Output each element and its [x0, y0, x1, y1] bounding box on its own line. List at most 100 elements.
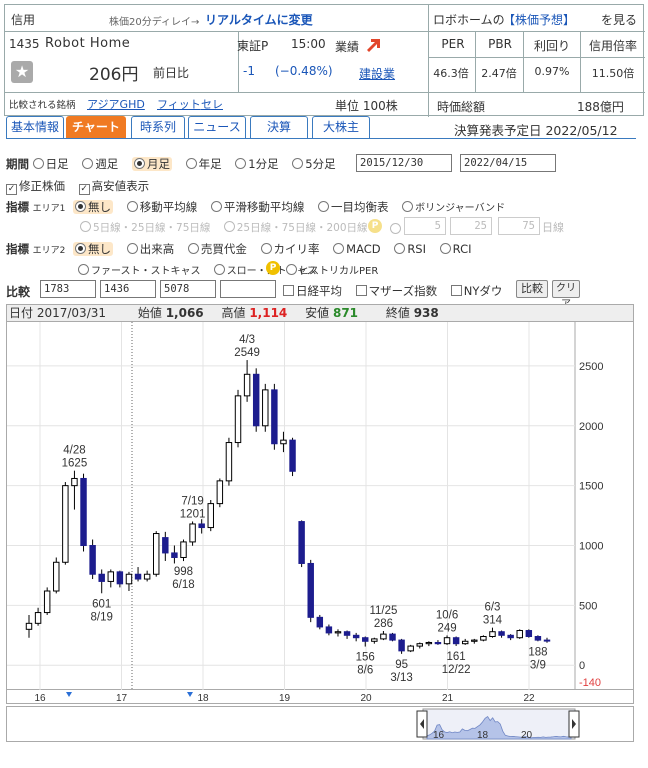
annotation-value: 3/9	[530, 659, 546, 671]
indicator2-label: 指標	[6, 242, 29, 256]
earnings-up-arrow-icon	[367, 39, 380, 52]
navigator-tick-label: 18	[477, 730, 489, 741]
robo-forecast-link[interactable]: 【株価予想】	[503, 11, 575, 28]
period-weekly[interactable]: 週足	[82, 157, 118, 171]
candle	[71, 477, 78, 487]
period-monthly[interactable]: 月足	[131, 157, 172, 171]
change-label: 前日比	[153, 66, 190, 80]
event-marker-icon	[187, 692, 193, 697]
indicator1-label: 指標	[6, 200, 29, 214]
range-navigator[interactable]: 16 18 20	[6, 706, 634, 742]
candle	[298, 521, 305, 564]
annotation-value: 249	[437, 622, 456, 634]
adjusted-price-checkbox[interactable]: ✓ 修正株価	[6, 179, 65, 195]
compare-mothers-checkbox[interactable]: マザーズ指数	[355, 284, 437, 298]
exchange: 東証P	[237, 39, 269, 53]
compare-code-4[interactable]	[220, 280, 276, 298]
annotation-date: 188	[528, 646, 547, 658]
y-tick-label: 2000	[579, 421, 603, 433]
x-axis: 16 17 18 19 20 21 22	[6, 690, 634, 704]
compare-nydow-checkbox[interactable]: NYダウ	[450, 284, 502, 298]
candle	[153, 533, 160, 575]
candle	[362, 637, 369, 642]
ind1-ichimoku[interactable]: 一目均衡表	[318, 200, 389, 214]
candle	[43, 590, 51, 614]
tab-major-holders[interactable]: 大株主	[312, 116, 370, 138]
compare-code-3[interactable]: 5078	[160, 280, 216, 298]
date-value: 2017/03/31	[36, 306, 107, 320]
ind2-fast-stoch[interactable]: ファースト・ストキャス	[78, 264, 201, 277]
favorite-star-icon[interactable]: ★	[11, 61, 33, 83]
earnings-date: 決算発表予定日 2022/05/12	[454, 123, 618, 138]
ma-custom-radio[interactable]	[390, 223, 401, 234]
period-5min[interactable]: 5分足	[292, 157, 336, 171]
compare-code-2[interactable]: 1436	[100, 280, 156, 298]
premium-p-icon-2: P	[266, 261, 280, 275]
ind2-volume[interactable]: 出来高	[126, 242, 174, 256]
compare-label: 比較される銘柄	[9, 100, 76, 111]
period-1min[interactable]: 1分足	[235, 157, 279, 171]
compare-link-3[interactable]: セレ	[201, 96, 223, 112]
compare-code-1[interactable]: 1783	[40, 280, 96, 298]
compare-nikkei-checkbox[interactable]: 日経平均	[283, 284, 342, 298]
tab-earnings[interactable]: 決算	[250, 116, 308, 138]
industry-link[interactable]: 建設業	[359, 65, 395, 82]
high-low-checkbox[interactable]: ✓ 高安値表示	[78, 179, 149, 195]
price-chart[interactable]: 0 500 1000 1500 2000 2500 -140 4/28 1625 601 8/19 7…	[6, 322, 634, 690]
ind1-none[interactable]: 無し	[73, 200, 114, 214]
y-tick-label: 0	[579, 660, 585, 672]
low-label: 安値	[305, 306, 330, 320]
yield-value: 0.97%	[534, 65, 570, 78]
ind2-none[interactable]: 無し	[73, 242, 114, 256]
candle	[252, 373, 260, 427]
ma-custom-3[interactable]: 75	[498, 217, 540, 235]
compare-row-label: 比較	[6, 285, 31, 299]
margin-value: 11.50倍	[591, 67, 635, 80]
ind1-sma[interactable]: 移動平均線	[126, 200, 197, 214]
tab-chart[interactable]: チャート	[66, 116, 126, 138]
y-min-label: -140	[579, 677, 601, 689]
candle	[180, 541, 187, 558]
ind2-rsi[interactable]: RSI	[394, 242, 426, 256]
robo-suffix: を見る	[601, 13, 638, 27]
candle	[271, 389, 278, 445]
ma-set-a[interactable]: 5日線・25日線・75日線	[80, 221, 210, 234]
tab-timeseries[interactable]: 時系列	[131, 116, 185, 138]
candle	[316, 616, 324, 628]
ind1-ema[interactable]: 平滑移動平均線	[210, 200, 304, 214]
tab-news[interactable]: ニュース	[188, 116, 246, 138]
candle	[416, 643, 423, 647]
compare-link-2[interactable]: フィット	[157, 96, 201, 112]
price-change: -1	[243, 64, 255, 78]
candle	[143, 573, 151, 580]
ind1-bollinger[interactable]: ボリンジャーバンド	[402, 201, 505, 214]
annotation-value: 3/13	[390, 672, 412, 684]
candle	[480, 636, 487, 641]
ind2-deviation[interactable]: カイリ率	[260, 242, 320, 256]
candle	[62, 485, 69, 563]
ind2-turnover[interactable]: 売買代金	[187, 242, 247, 256]
realtime-link[interactable]: リアルタイムに変更	[205, 11, 313, 28]
period-from-input[interactable]: 2015/12/30	[356, 154, 452, 172]
ind2-macd[interactable]: MACD	[333, 242, 381, 256]
compare-link-1[interactable]: アジアGHD	[87, 96, 145, 112]
candle	[89, 545, 96, 575]
period-daily[interactable]: 日足	[32, 157, 69, 171]
stock-header: 信用 株価20分ディレイ→ リアルタイムに変更 ロボホームの 【株価予想】 を見…	[4, 4, 645, 117]
stock-code: 1435	[9, 37, 40, 51]
tab-basic-info[interactable]: 基本情報	[6, 116, 64, 138]
candle	[534, 636, 542, 641]
clear-button[interactable]: クリア	[552, 280, 580, 310]
candle	[25, 622, 33, 630]
ma-unit: 日線	[542, 221, 564, 234]
candle	[434, 641, 442, 645]
ma-set-b[interactable]: 25日線・75日線・200日線	[223, 221, 368, 234]
ma-custom-2[interactable]: 25	[450, 217, 492, 235]
ma-custom-1[interactable]: 5	[404, 217, 446, 235]
candle	[380, 633, 387, 640]
ind2-rci[interactable]: RCI	[439, 242, 472, 256]
compare-button[interactable]: 比較	[516, 280, 548, 298]
ind2-historical-per[interactable]: ヒストリカルPER	[286, 264, 378, 277]
period-to-input[interactable]: 2022/04/15	[460, 154, 556, 172]
period-yearly[interactable]: 年足	[185, 157, 222, 171]
